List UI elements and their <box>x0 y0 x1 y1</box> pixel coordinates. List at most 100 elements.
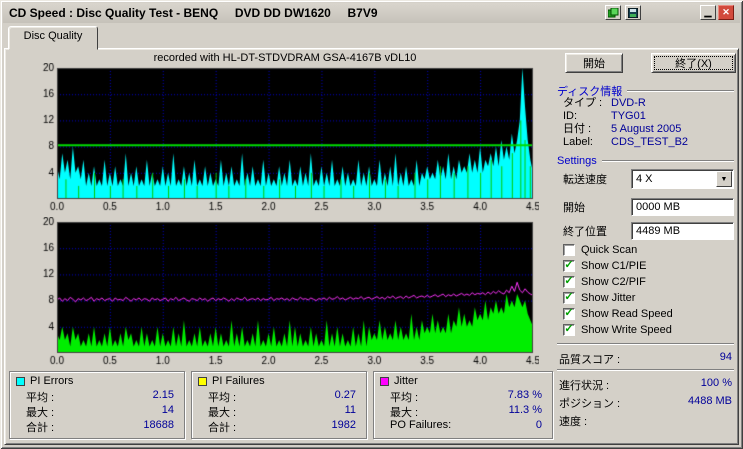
stat-label: 平均 : <box>208 392 237 404</box>
checkbox-show-read-speed[interactable]: ✓ Show Read Speed <box>563 307 736 320</box>
stat-value: 14 <box>161 404 174 416</box>
stat-label: 最大 : <box>390 407 419 419</box>
checkbox-show-jitter[interactable]: ✓ Show Jitter <box>563 291 736 304</box>
stat-label: PO Failures: <box>390 419 452 431</box>
exit-button[interactable]: 終了(X) <box>651 53 736 73</box>
legend-color-icon <box>380 376 389 386</box>
stat-row: 最大 : 11 <box>192 403 366 419</box>
stat-value: 11.3 % <box>508 404 542 416</box>
checkbox-label: Show Read Speed <box>581 307 673 320</box>
stat-label: 合計 : <box>26 422 55 434</box>
tab-label: Disc Quality <box>23 30 83 42</box>
section-divider <box>601 160 734 162</box>
checkbox-label: Quick Scan <box>581 243 638 256</box>
divider <box>557 369 734 371</box>
stat-panel-title-row: PI Errors <box>10 374 184 388</box>
checkbox-show-write-speed[interactable]: ✓ Show Write Speed <box>563 323 736 336</box>
settings-section: Settings <box>557 155 734 167</box>
stat-row: 最大 : 11.3 % <box>374 403 552 419</box>
window: CD Speed : Disc Quality Test - BENQ DVD … <box>0 0 743 449</box>
quality-score-label: 品質スコア : <box>559 354 621 366</box>
checkbox-quick-scan[interactable]: Quick Scan <box>563 243 736 256</box>
stat-panel-title: PI Failures <box>212 375 265 387</box>
stat-panel-title: PI Errors <box>30 375 74 387</box>
progress-row: 進行状況 : 100 % <box>559 377 732 392</box>
pi-errors-panel: PI Errors 平均 : 2.15 最大 : 14 合計 : 18688 <box>9 371 185 439</box>
end-position-row: 終了位置 <box>555 221 736 241</box>
checkbox-box[interactable] <box>563 243 575 256</box>
checkbox-box[interactable]: ✓ <box>563 291 575 304</box>
checkbox-box[interactable]: ✓ <box>563 259 575 272</box>
section-divider <box>627 90 734 92</box>
disc-info-label: ID: <box>563 110 578 122</box>
stat-panel-title-row: PI Failures <box>192 374 366 388</box>
stat-label: 平均 : <box>26 392 55 404</box>
stat-value: 1982 <box>331 419 356 431</box>
disc-info-label: タイプ : <box>563 97 603 109</box>
minimize-icon: ▁ <box>704 7 712 17</box>
disc-info-value: TYG01 <box>611 110 646 122</box>
progress-value: 100 % <box>700 377 732 389</box>
minimize-button[interactable]: ▁ <box>700 5 716 20</box>
disk-icon <box>628 7 638 18</box>
quality-score-row: 品質スコア : 94 <box>559 351 732 366</box>
disc-info-row: ID: TYG01 <box>555 110 736 123</box>
stat-value: 7.83 % <box>507 389 542 401</box>
disc-info-row: タイプ : DVD-R <box>555 97 736 110</box>
stat-row: 合計 : 1982 <box>192 418 366 434</box>
stat-value: 0 <box>535 419 542 431</box>
capture-icon[interactable] <box>605 5 621 20</box>
speed-row: 速度 : <box>559 413 732 428</box>
window-title: CD Speed : Disc Quality Test - BENQ DVD … <box>9 6 378 20</box>
save-icon[interactable] <box>625 5 641 20</box>
stat-row: 合計 : 18688 <box>10 418 184 434</box>
disc-quality-page: recorded with HL-DT-STDVDRAM GSA-4167B v… <box>4 48 739 445</box>
start-position-input[interactable] <box>631 198 734 216</box>
pi-errors-chart <box>31 63 539 213</box>
disc-info-row: Label: CDS_TEST_B2 <box>555 136 736 149</box>
disc-info-label: Label: <box>563 136 593 148</box>
checkbox-show-c1-pie[interactable]: ✓ Show C1/PIE <box>563 259 736 272</box>
stat-row: 平均 : 0.27 <box>192 388 366 404</box>
stat-value: 0.27 <box>334 389 356 401</box>
chevron-down-icon[interactable]: ▼ <box>716 171 732 187</box>
checkbox-box[interactable]: ✓ <box>563 323 575 336</box>
disc-info-value: CDS_TEST_B2 <box>611 136 689 148</box>
pages-icon <box>607 7 618 17</box>
stat-row: 平均 : 2.15 <box>10 388 184 404</box>
checkbox-box[interactable]: ✓ <box>563 307 575 320</box>
checkbox-label: Show Jitter <box>581 291 636 304</box>
stat-value: 2.15 <box>152 389 174 401</box>
checkbox-box[interactable]: ✓ <box>563 275 575 288</box>
legend-color-icon <box>16 376 25 386</box>
stat-panel-title: Jitter <box>394 375 418 387</box>
pif-jitter-chart <box>31 217 539 367</box>
position-value: 4488 MB <box>687 395 732 407</box>
pi-failures-panel: PI Failures 平均 : 0.27 最大 : 11 合計 : 1982 <box>191 371 367 439</box>
tab-disc-quality[interactable]: Disc Quality <box>8 26 98 50</box>
quality-score-value: 94 <box>719 351 732 363</box>
progress-label: 進行状況 : <box>559 380 610 392</box>
stat-row: 最大 : 14 <box>10 403 184 419</box>
titlebar[interactable]: CD Speed : Disc Quality Test - BENQ DVD … <box>3 3 740 23</box>
speed-combobox-value: 4 X <box>636 173 653 185</box>
transfer-speed-row: 転送速度 4 X ▼ <box>555 169 736 189</box>
disc-info-value: 5 August 2005 <box>611 123 682 135</box>
checkbox-label: Show C2/PIF <box>581 275 646 288</box>
close-button[interactable]: ✕ <box>718 5 734 20</box>
stat-row: 平均 : 7.83 % <box>374 388 552 404</box>
end-position-input[interactable] <box>631 222 734 240</box>
speed-label: 速度 : <box>559 416 588 428</box>
start-position-label: 開始 <box>563 202 585 214</box>
disc-info-rows: タイプ : DVD-R ID: TYG01 日付 :5 August 2005 Label… <box>555 97 736 149</box>
speed-combobox[interactable]: 4 X ▼ <box>631 169 734 189</box>
checkbox-label: Show C1/PIE <box>581 259 647 272</box>
stat-label: 最大 : <box>26 407 55 419</box>
disc-info-label: 日付 : <box>563 123 592 135</box>
start-button[interactable]: 開始 <box>565 53 623 73</box>
position-label: ポジション : <box>559 398 621 410</box>
checkbox-show-c2-pif[interactable]: ✓ Show C2/PIF <box>563 275 736 288</box>
right-panel: 開始 終了(X) ディスク情報 タイプ : DVD-R ID: TYG01 日付 :5 … <box>555 51 736 443</box>
stat-panel-title-row: Jitter <box>374 374 552 388</box>
settings-title: Settings <box>557 155 597 167</box>
